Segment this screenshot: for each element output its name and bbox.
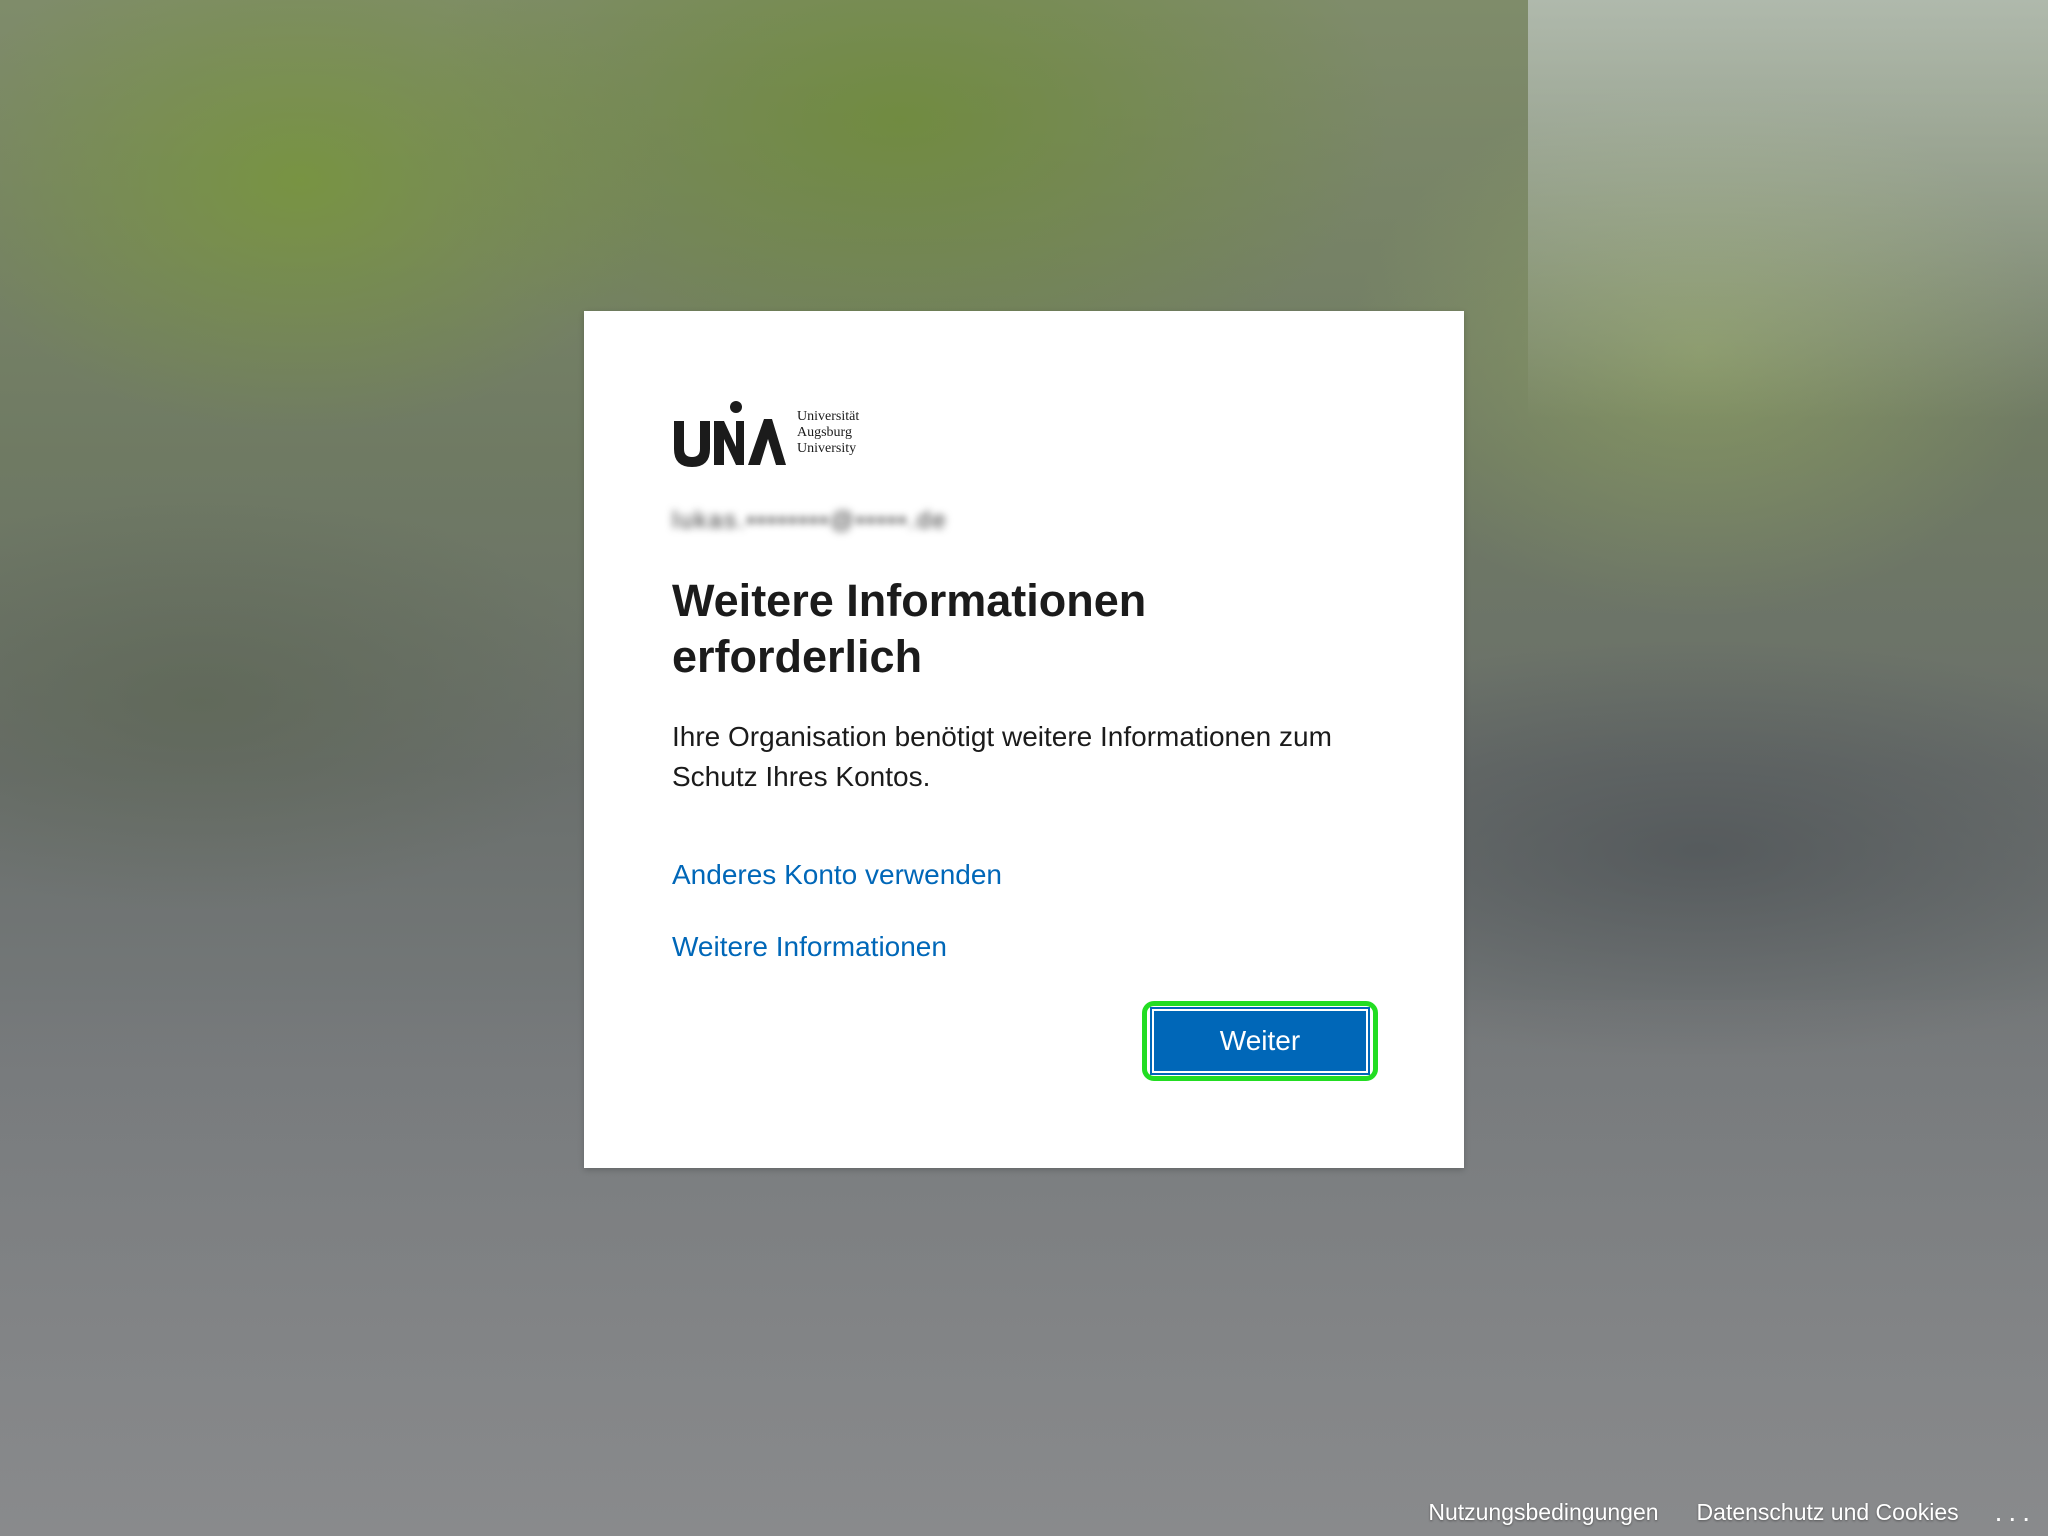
account-email-blurred: lukas.••••••••@•••••.de: [672, 507, 948, 534]
page-title: Weitere Informationen erforderlich: [672, 575, 1147, 682]
logo-line-2: Augsburg: [797, 425, 852, 440]
use-other-account-link[interactable]: Anderes Konto verwenden: [672, 857, 1002, 893]
more-info-link[interactable]: Weitere Informationen: [672, 929, 947, 965]
background-sky: [1528, 0, 2048, 420]
footer: Nutzungsbedingungen Datenschutz und Cook…: [1390, 1488, 2048, 1536]
sign-in-card: Universität Augsburg University lukas.••…: [584, 311, 1464, 1168]
more-options-icon[interactable]: ...: [1995, 1496, 2036, 1528]
next-button[interactable]: Weiter: [1150, 1007, 1370, 1075]
page-description: Ihre Organisation benötigt weitere Infor…: [672, 721, 1332, 792]
unia-logo-icon: [674, 401, 786, 467]
university-name: Universität Augsburg University: [797, 409, 859, 457]
privacy-link[interactable]: Datenschutz und Cookies: [1697, 1499, 1959, 1526]
university-logo: Universität Augsburg University: [672, 399, 859, 467]
logo-line-3: University: [797, 441, 857, 456]
logo-line-1: Universität: [797, 409, 860, 424]
terms-link[interactable]: Nutzungsbedingungen: [1428, 1499, 1658, 1526]
next-button-highlight: Weiter: [1142, 1001, 1378, 1081]
